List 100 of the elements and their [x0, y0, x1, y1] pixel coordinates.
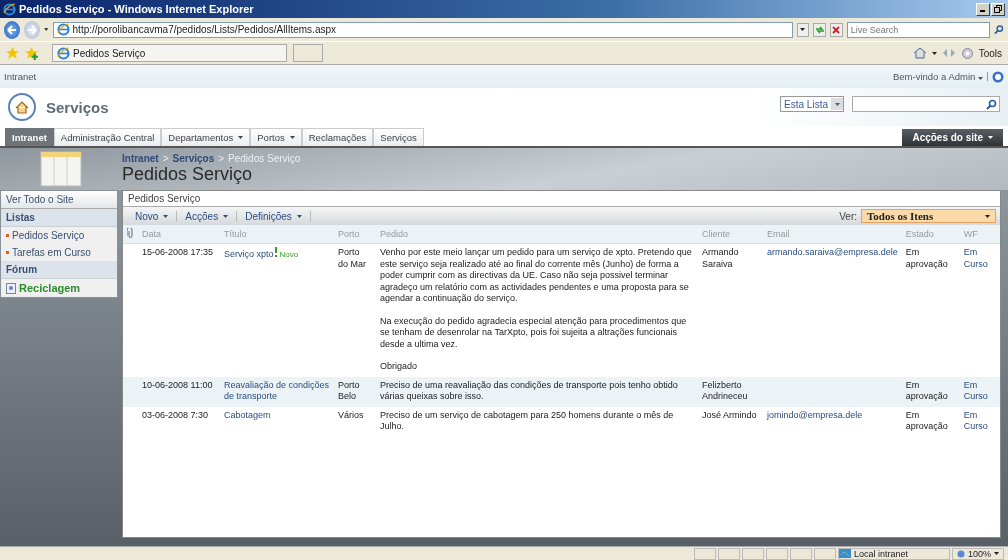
request-text: Preciso de uma reavaliação das condições de transporte pois tenho obtido várias queixas sobre isso.: [380, 379, 679, 403]
site-search-field[interactable]: [852, 96, 1000, 112]
right-arrow-icon: [27, 24, 38, 35]
status-panel: [741, 547, 764, 560]
refresh-arrows-icon: [814, 25, 825, 34]
table-cell: Felizberto Andrineceu: [698, 376, 763, 407]
star-icon[interactable]: [6, 46, 19, 60]
caret-icon: [800, 28, 806, 31]
caret-icon: [931, 51, 937, 55]
email-link[interactable]: armando.saraiva@empresa.dele: [767, 247, 898, 257]
request-text: Preciso de um serviço de cabotagem para 250 homens durante o mês de Julho.: [380, 409, 675, 433]
request-text: Obrigado: [380, 361, 419, 373]
stop-button[interactable]: [829, 22, 843, 37]
address-dropdown-button[interactable]: [796, 22, 810, 37]
table-cell: 15-06-2008 17:35: [138, 243, 220, 377]
history-caret-icon: [44, 28, 49, 31]
nav-tab[interactable]: Portos: [250, 128, 302, 146]
item-title-link[interactable]: Serviço xpto: [224, 249, 274, 259]
sidebar-heading[interactable]: Fórum: [1, 261, 117, 279]
view-dropdown[interactable]: Todos os Itens: [861, 209, 996, 223]
caret-icon: [985, 214, 990, 218]
view-label: Ver:: [839, 210, 857, 222]
refresh-button[interactable]: [813, 22, 826, 37]
toolbar-menu[interactable]: Novo: [127, 210, 178, 222]
request-text: Na execução do pedido agradecia especial atenção para procedimentos que se tenham de desenrolar na TarXpto, pois foi sujeita a altrações funcionais desde a ultima vez.: [380, 315, 688, 350]
table-cell: Em aprovação: [901, 243, 960, 377]
nav-tab[interactable]: Intranet: [5, 128, 54, 146]
item-title-link[interactable]: Cabotagem: [224, 409, 330, 421]
status-panel: [813, 547, 836, 560]
welcome-menu[interactable]: Bem-vindo a Admin: [893, 71, 983, 82]
bullet-icon: [6, 251, 9, 254]
back-button[interactable]: [4, 20, 21, 39]
zoom-control[interactable]: 100%: [951, 547, 1004, 560]
browser-logo-icon: [3, 2, 16, 16]
status-panel: [765, 547, 788, 560]
security-zone: Local intranet: [853, 548, 908, 559]
table-cell: Armando Saraiva: [698, 243, 763, 377]
help-icon[interactable]: [992, 70, 1004, 83]
breadcrumb-link[interactable]: Intranet: [122, 153, 159, 164]
email-link[interactable]: jomindo@empresa.dele: [767, 409, 863, 420]
site-actions-menu[interactable]: Acções do site: [902, 129, 1003, 146]
status-panel: [693, 547, 716, 560]
nav-tab[interactable]: Reclamações: [301, 128, 374, 146]
site-title[interactable]: Serviços: [46, 98, 109, 116]
minimize-button[interactable]: [976, 2, 990, 16]
nav-tab[interactable]: Departamentos: [161, 128, 251, 146]
close-icon: [832, 25, 841, 34]
home-icon[interactable]: [912, 47, 927, 59]
window-title: Pedidos Serviço - Windows Internet Explorer: [19, 3, 254, 15]
browser-search-field[interactable]: Live Search: [846, 21, 991, 38]
tools-menu[interactable]: Tools: [978, 47, 1002, 59]
site-name[interactable]: Intranet: [4, 71, 37, 82]
caret-icon: [978, 77, 983, 80]
caret-icon: [988, 136, 993, 139]
sidebar-heading[interactable]: Listas: [1, 209, 117, 227]
breadcrumb-separator: >: [218, 153, 225, 164]
breadcrumb-separator: >: [162, 153, 169, 164]
workflow-link[interactable]: Em Curso: [963, 247, 996, 270]
sidebar-item[interactable]: Pedidos Serviço: [1, 227, 117, 244]
caret-icon: [296, 214, 302, 218]
browser-tab[interactable]: Pedidos Serviço: [52, 44, 287, 62]
discussion-icon: [6, 282, 16, 294]
search-icon[interactable]: [994, 24, 1004, 35]
new-tab-button[interactable]: [293, 44, 323, 62]
status-panel: [717, 547, 740, 560]
site-logo-icon: [8, 93, 36, 121]
attachment-icon: [127, 228, 134, 238]
toolbar-menu[interactable]: Definições: [237, 210, 311, 222]
sidebar-item[interactable]: Reciclagem: [1, 279, 117, 297]
caret-icon: [163, 214, 169, 218]
table-cell: 03-06-2008 7:30: [138, 406, 220, 437]
bullet-icon: [6, 234, 9, 237]
toolbar-menu[interactable]: Acções: [177, 210, 238, 222]
caret-icon: [834, 102, 840, 106]
table-cell: 10-06-2008 11:00: [138, 376, 220, 407]
table-cell: Porto do Mar: [334, 243, 376, 377]
status-panel: [789, 547, 812, 560]
workflow-link[interactable]: Em Curso: [963, 409, 996, 433]
browser-logo-icon: [56, 23, 70, 36]
address-field[interactable]: http://porolibancavma7/pedidos/Lists/Pedidos/AllItems.aspx: [52, 21, 793, 38]
left-arrow-icon: [7, 24, 17, 35]
caret-icon: [223, 214, 229, 218]
sidebar-item[interactable]: Tarefas em Curso: [1, 244, 117, 261]
table-cell: Vários: [334, 406, 376, 437]
search-icon[interactable]: [986, 98, 997, 110]
browser-logo-icon: [57, 46, 70, 60]
view-all-site-link[interactable]: Ver Todo o Site: [1, 191, 117, 209]
table-cell: Em aprovação: [901, 406, 960, 437]
exclamation-icon: [273, 247, 278, 257]
nav-tab[interactable]: Serviços: [373, 128, 424, 146]
search-scope-dropdown[interactable]: Esta Lista: [780, 96, 844, 112]
nav-tab[interactable]: Administração Central: [53, 128, 162, 146]
restore-button[interactable]: [991, 2, 1005, 16]
table-cell: José Armindo: [698, 406, 763, 437]
new-label: Novo: [279, 250, 299, 259]
page-title: Pedidos Serviço: [122, 164, 254, 185]
caret-icon: [994, 552, 999, 555]
add-favorite-star-icon[interactable]: [25, 46, 38, 60]
breadcrumb-link[interactable]: Serviços: [172, 153, 215, 164]
request-text: Venho por este meio lançar um pedido para um serviço de xpto. Pretendo que este serviço seja realizado até ao final do corrente mês (Junho) de forma a poder cumprir com as directivas da UE. Caso não seja possivel terminar agradeço um relatório com as actividades pendentes e uma proposta para se agendar a continuação do serviço.: [380, 247, 693, 305]
